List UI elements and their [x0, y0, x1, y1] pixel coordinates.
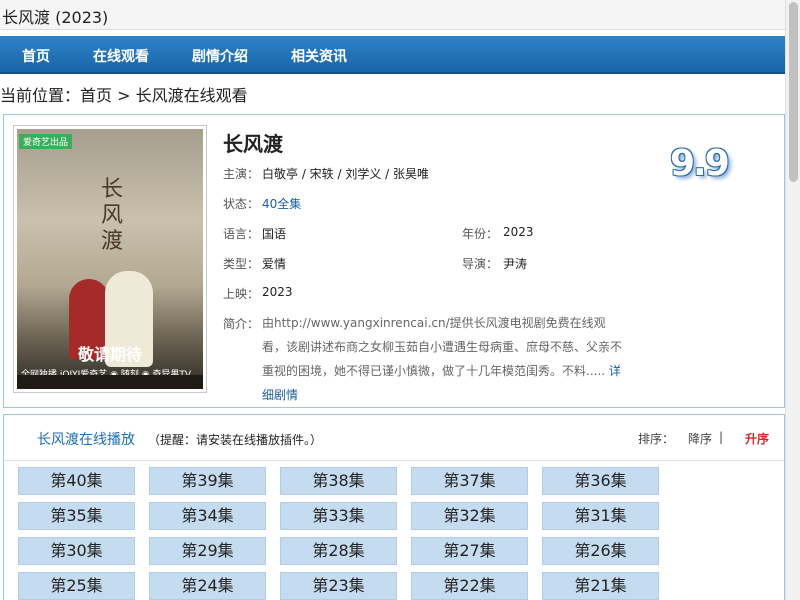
playlist-panel: 长风渡在线播放 （提醒：请安装在线播放插件。） 排序： 降序 | 升序 第40集… [3, 414, 785, 600]
cast-label: 主演： [223, 167, 260, 181]
breadcrumb-separator: > [112, 86, 136, 105]
show-info-panel: 爱奇艺出品 长风渡 敬请期待 全网独播 iQIYI爱奇艺 ◉ 随刻 ◉ 奇异果T… [3, 114, 785, 408]
year-label: 年份： [462, 227, 499, 241]
director-value: 尹涛 [503, 257, 528, 271]
episode-button[interactable]: 第31集 [542, 502, 659, 530]
poster-image[interactable]: 爱奇艺出品 长风渡 敬请期待 全网独播 iQIYI爱奇艺 ◉ 随刻 ◉ 奇异果T… [13, 125, 207, 393]
episode-button[interactable]: 第27集 [411, 537, 528, 565]
window-titlebar: 长风渡 (2023) [0, 0, 785, 30]
sort-asc-button[interactable]: 升序 [745, 430, 769, 447]
breadcrumb-current: 长风渡在线观看 [135, 86, 248, 105]
episode-button[interactable]: 第30集 [18, 537, 135, 565]
sort-label: 排序： [638, 432, 675, 446]
synopsis-label: 简介： [223, 317, 260, 331]
episode-button[interactable]: 第22集 [411, 572, 528, 600]
director-label: 导演： [462, 257, 499, 271]
episode-grid: 第40集 第39集 第38集 第37集 第36集 第35集 第34集 第33集 … [18, 467, 678, 600]
vertical-scrollbar[interactable] [785, 0, 800, 600]
synopsis-text: 由http://www.yangxinrencai.cn/提供长风渡电视剧免费在… [262, 311, 628, 407]
episode-button[interactable]: 第35集 [18, 502, 135, 530]
plugin-tip: （提醒：请安装在线播放插件。） [148, 433, 323, 447]
breadcrumb-home-link[interactable]: 首页 [80, 86, 112, 105]
genre-value: 爱情 [262, 257, 287, 271]
scrollbar-thumb[interactable] [789, 2, 798, 182]
year-value: 2023 [503, 225, 534, 239]
language-value: 国语 [262, 227, 287, 241]
playlist-title[interactable]: 长风渡在线播放 [37, 429, 135, 449]
breadcrumb: 当前位置：首页 > 长风渡在线观看 [0, 82, 248, 106]
nav-item-watch-online[interactable]: 在线观看 [93, 46, 149, 66]
episode-button[interactable]: 第29集 [149, 537, 266, 565]
status-value[interactable]: 40全集 [262, 195, 301, 212]
main-nav: 首页 在线观看 剧情介绍 相关资讯 [0, 36, 785, 74]
genre-label: 类型： [223, 257, 260, 271]
episode-button[interactable]: 第24集 [149, 572, 266, 600]
episode-button[interactable]: 第21集 [542, 572, 659, 600]
sort-desc-button[interactable]: 降序 [688, 430, 712, 447]
poster-slogan: 敬请期待 [77, 345, 142, 364]
episode-button[interactable]: 第37集 [411, 467, 528, 495]
episode-button[interactable]: 第40集 [18, 467, 135, 495]
episode-button[interactable]: 第36集 [542, 467, 659, 495]
episode-button[interactable]: 第32集 [411, 502, 528, 530]
poster-tag: 爱奇艺出品 [19, 134, 73, 149]
episode-button[interactable]: 第25集 [18, 572, 135, 600]
poster-bottom-strip [17, 375, 203, 389]
release-value: 2023 [262, 285, 293, 299]
episode-button[interactable]: 第23集 [280, 572, 397, 600]
nav-item-home[interactable]: 首页 [22, 46, 50, 66]
playlist-header: 长风渡在线播放 （提醒：请安装在线播放插件。） 排序： 降序 | 升序 [4, 415, 784, 461]
show-title: 长风渡 [223, 132, 283, 156]
episode-button[interactable]: 第39集 [149, 467, 266, 495]
breadcrumb-prefix: 当前位置： [0, 86, 81, 105]
window-title: 长风渡 (2023) [2, 8, 109, 27]
nav-item-plot[interactable]: 剧情介绍 [192, 46, 248, 66]
poster-artwork: 爱奇艺出品 长风渡 敬请期待 全网独播 iQIYI爱奇艺 ◉ 随刻 ◉ 奇异果T… [17, 129, 203, 389]
status-label: 状态： [223, 197, 260, 211]
episode-button[interactable]: 第33集 [280, 502, 397, 530]
synopsis-body: 由http://www.yangxinrencai.cn/提供长风渡电视剧免费在… [262, 316, 623, 378]
release-label: 上映： [223, 287, 260, 301]
sort-separator: | [719, 430, 724, 444]
cast-value: 白敬亭 / 宋轶 / 刘学义 / 张昊唯 [262, 167, 430, 181]
episode-button[interactable]: 第26集 [542, 537, 659, 565]
rating-score: 9.9 [670, 143, 730, 184]
episode-button[interactable]: 第38集 [280, 467, 397, 495]
poster-calligraphy: 长风渡 [101, 177, 124, 254]
language-label: 语言： [223, 227, 260, 241]
episode-button[interactable]: 第28集 [280, 537, 397, 565]
episode-button[interactable]: 第34集 [149, 502, 266, 530]
nav-item-news[interactable]: 相关资讯 [291, 46, 347, 66]
